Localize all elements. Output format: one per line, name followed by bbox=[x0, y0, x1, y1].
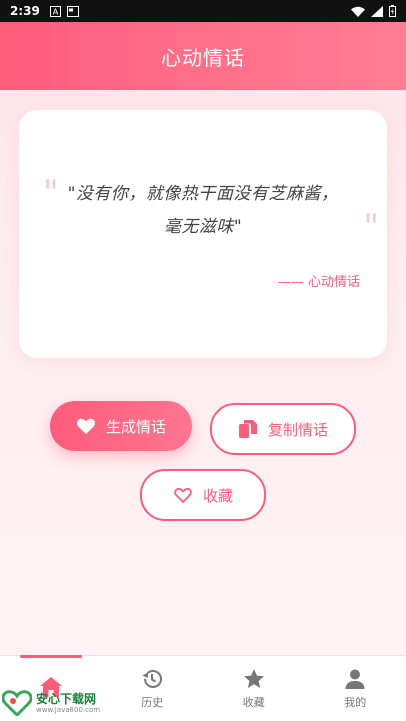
generate-quote-button[interactable]: 生成情话 bbox=[50, 401, 192, 451]
person-icon bbox=[345, 669, 365, 689]
nav-item-profile[interactable]: 我的 bbox=[305, 656, 406, 721]
favorite-label: 收藏 bbox=[202, 486, 233, 505]
favorite-button[interactable]: 收藏 bbox=[140, 469, 266, 521]
copy-icon bbox=[238, 420, 257, 438]
history-icon bbox=[142, 669, 163, 688]
svg-text:A: A bbox=[53, 7, 59, 16]
close-quote-icon: " bbox=[363, 207, 379, 247]
quote-text: "没有你，就像热干面没有芝麻酱，毫无滋味" bbox=[67, 184, 339, 237]
open-quote-icon: " bbox=[43, 173, 59, 213]
watermark-title: 安心下载网 bbox=[36, 691, 97, 706]
status-time: 2:39 bbox=[10, 4, 40, 18]
page-title: 心动情话 bbox=[161, 45, 245, 70]
nav-item-favorites[interactable]: 收藏 bbox=[203, 656, 305, 721]
nav-label-profile: 我的 bbox=[344, 695, 367, 709]
copy-quote-label: 复制情话 bbox=[267, 420, 328, 439]
app-header: 心动情话 bbox=[0, 22, 406, 90]
copy-quote-button[interactable]: 复制情话 bbox=[210, 403, 356, 455]
nav-label-history: 历史 bbox=[141, 695, 164, 709]
quote-source: —— 心动情话 bbox=[277, 275, 360, 290]
nav-label-favorites: 收藏 bbox=[242, 695, 265, 709]
battery-icon bbox=[389, 5, 396, 17]
heart-filled-icon bbox=[77, 418, 95, 435]
card-icon bbox=[66, 5, 79, 17]
watermark-logo-icon bbox=[2, 690, 32, 716]
a-icon: A bbox=[49, 5, 61, 17]
watermark-url: www.Java800.com bbox=[36, 705, 101, 714]
signal-icon bbox=[371, 5, 383, 17]
status-bar: 2:39 A bbox=[0, 0, 406, 22]
quote-card: " " "没有你，就像热干面没有芝麻酱，毫无滋味" —— 心动情话 bbox=[19, 110, 387, 358]
star-icon bbox=[243, 668, 264, 688]
watermark: 安心下载网 www.Java800.com bbox=[2, 688, 122, 718]
generate-quote-label: 生成情话 bbox=[105, 417, 166, 436]
wifi-icon bbox=[351, 6, 365, 17]
heart-outline-icon bbox=[174, 487, 192, 503]
